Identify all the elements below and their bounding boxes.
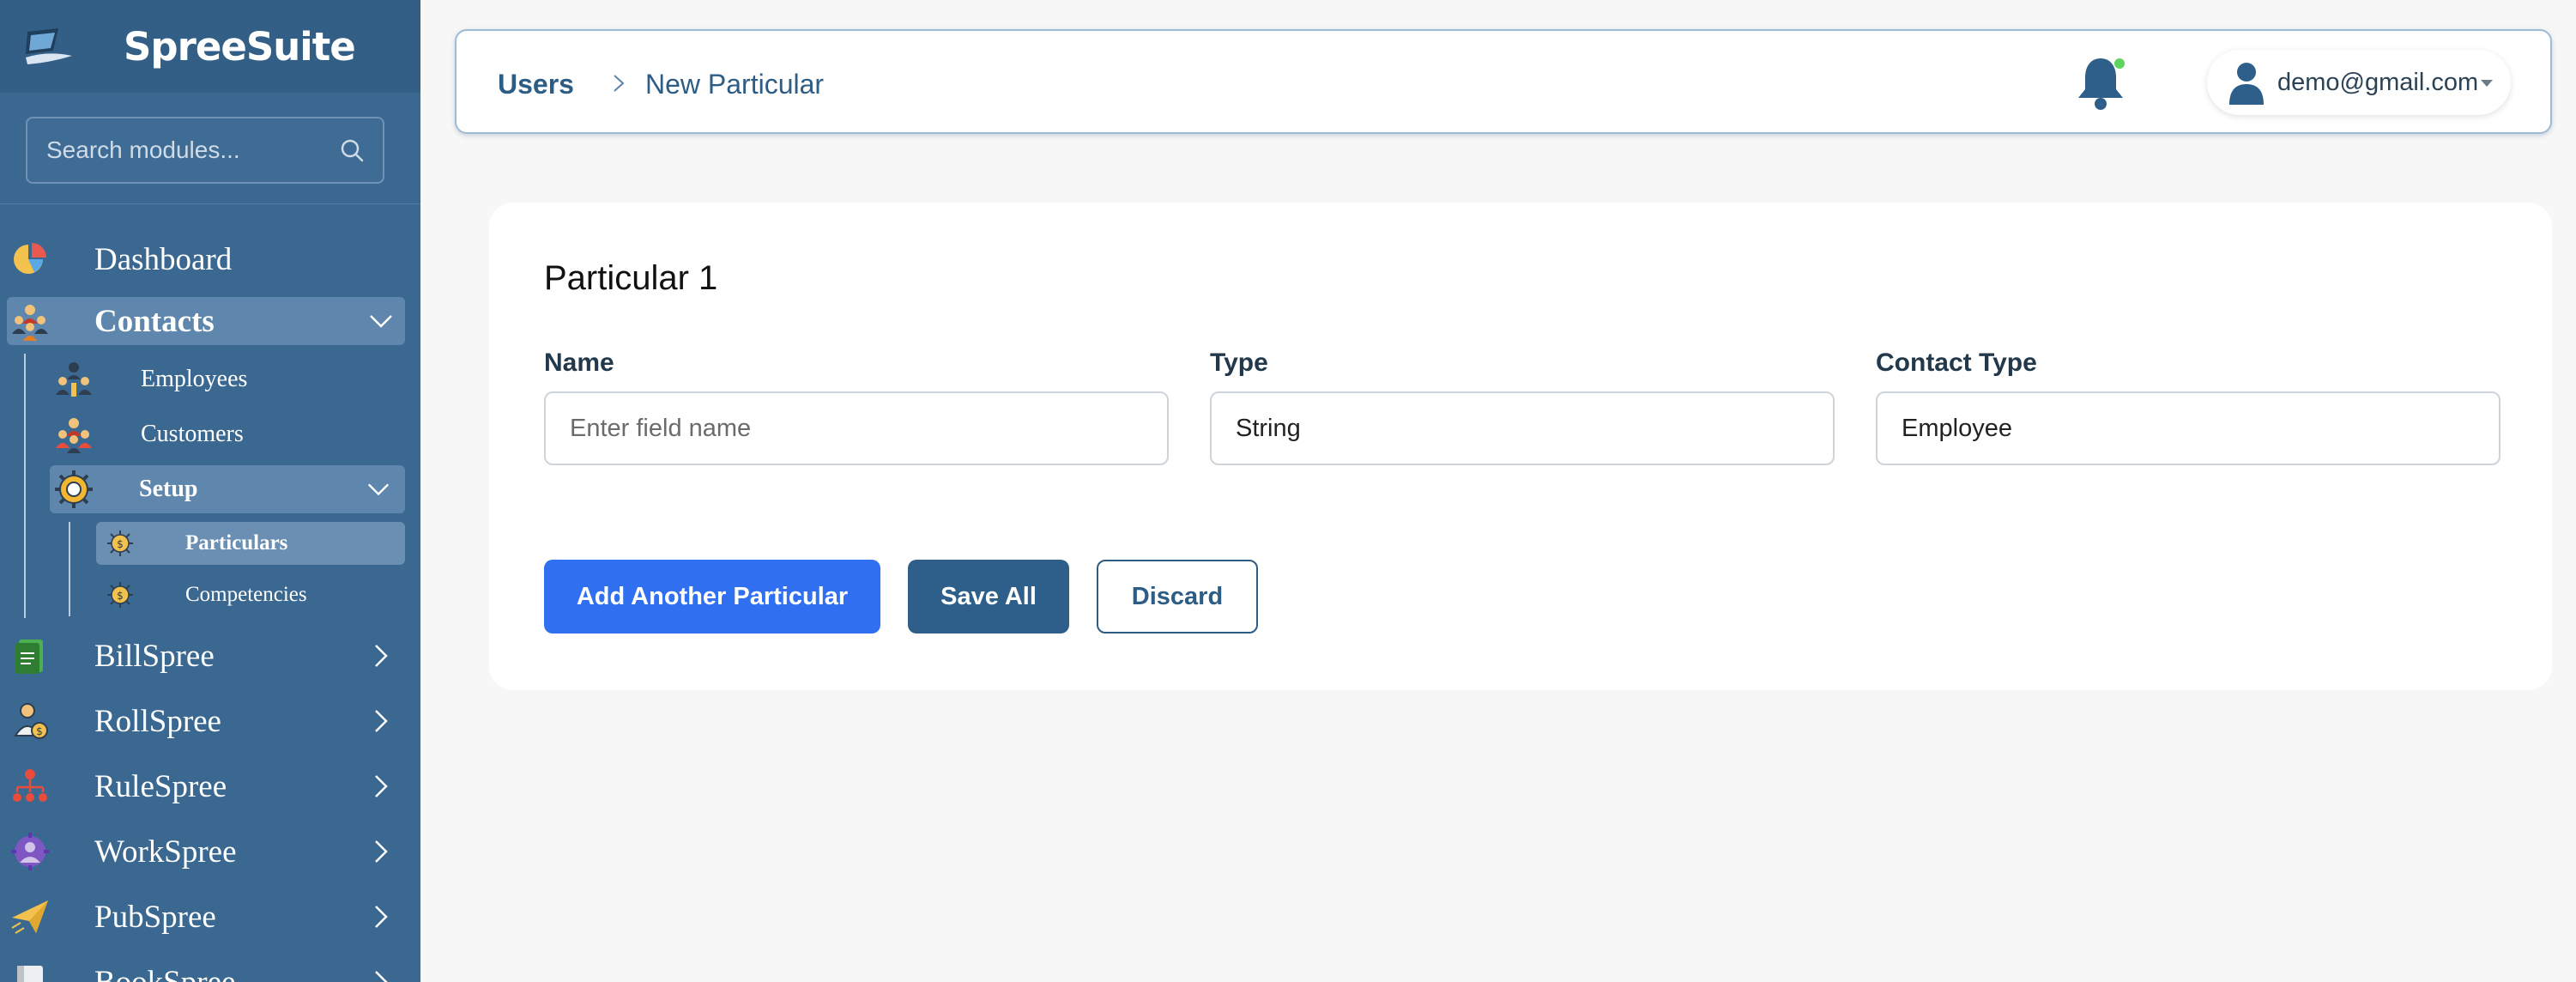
sidebar-item-label: Particulars bbox=[185, 531, 288, 555]
breadcrumb-current: New Particular bbox=[645, 69, 825, 100]
name-label: Name bbox=[544, 349, 614, 377]
contact-type-field[interactable] bbox=[1876, 391, 2500, 465]
notification-bell-icon[interactable] bbox=[2075, 55, 2126, 112]
name-field[interactable] bbox=[544, 391, 1169, 465]
caret-down-icon[interactable] bbox=[2480, 79, 2494, 88]
coin-gear-icon: $ bbox=[107, 582, 133, 608]
sidebar-item-employees[interactable]: Employees bbox=[55, 359, 398, 400]
chevron-down-icon[interactable] bbox=[366, 476, 391, 502]
gear-icon bbox=[55, 470, 93, 508]
user-email: demo@gmail.com bbox=[2277, 69, 2479, 96]
sidebar-item-customers[interactable]: Customers bbox=[55, 414, 398, 455]
sidebar-item-label: Employees bbox=[141, 366, 248, 392]
sidebar-item-label: RollSpree bbox=[94, 703, 221, 739]
search-area bbox=[0, 93, 420, 204]
sidebar-item-contacts[interactable]: Contacts bbox=[7, 297, 405, 345]
paper-plane-icon bbox=[11, 900, 48, 934]
chevron-right-icon[interactable] bbox=[367, 773, 395, 800]
search-input[interactable] bbox=[46, 136, 321, 164]
breadcrumb-root-link[interactable]: Users bbox=[498, 69, 574, 100]
add-another-particular-button[interactable]: Add Another Particular bbox=[544, 560, 880, 633]
chevron-right-icon[interactable] bbox=[367, 838, 395, 865]
svg-text:$: $ bbox=[117, 590, 124, 602]
chevron-right-icon[interactable] bbox=[367, 642, 395, 670]
sidebar-item-dashboard[interactable]: Dashboard bbox=[0, 235, 420, 283]
bill-document-icon bbox=[15, 640, 43, 674]
form-title: Particular 1 bbox=[544, 259, 718, 297]
employees-icon bbox=[56, 362, 92, 397]
search-icon[interactable] bbox=[340, 138, 364, 162]
chevron-right-icon[interactable] bbox=[367, 903, 395, 930]
payroll-person-icon: $ bbox=[14, 703, 48, 739]
discard-button[interactable]: Discard bbox=[1097, 560, 1258, 633]
chevron-right-icon[interactable] bbox=[367, 968, 395, 982]
sidebar-item-label: Dashboard bbox=[94, 241, 233, 277]
sidebar-item-label: RuleSpree bbox=[94, 768, 227, 804]
logo-icon bbox=[26, 28, 72, 64]
particular-form-card: Particular 1 Name Type Contact Type Add … bbox=[489, 203, 2552, 690]
pie-chart-icon bbox=[14, 243, 46, 274]
sidebar-item-label: PubSpree bbox=[94, 899, 216, 935]
sidebar-item-billspree[interactable]: BillSpree bbox=[0, 632, 420, 680]
people-group-icon bbox=[12, 305, 48, 341]
chevron-right-icon[interactable] bbox=[367, 707, 395, 735]
app-name: SpreeSuite bbox=[124, 23, 356, 70]
contact-type-label: Contact Type bbox=[1876, 349, 2037, 377]
sidebar: SpreeSuite Dashboard Contacts bbox=[0, 0, 420, 982]
tree-guide-line bbox=[24, 354, 26, 618]
sidebar-item-label: Customers bbox=[141, 421, 244, 447]
sidebar-item-label: Competencies bbox=[185, 583, 307, 606]
user-avatar-icon bbox=[2229, 63, 2264, 105]
user-menu[interactable]: demo@gmail.com bbox=[2207, 50, 2511, 115]
sidebar-item-label: BookSpree bbox=[94, 964, 236, 982]
breadcrumb-chevron-icon bbox=[614, 75, 625, 92]
work-gear-icon bbox=[11, 833, 49, 870]
sidebar-item-rollspree[interactable]: $ RollSpree bbox=[0, 697, 420, 745]
book-icon bbox=[17, 966, 43, 982]
svg-text:$: $ bbox=[36, 725, 43, 737]
customers-icon bbox=[56, 418, 92, 453]
sidebar-item-competencies[interactable]: $ Competencies bbox=[96, 573, 405, 616]
sidebar-item-label: Setup bbox=[139, 476, 198, 502]
sidebar-item-workspree[interactable]: WorkSpree bbox=[0, 827, 420, 876]
type-field[interactable] bbox=[1210, 391, 1835, 465]
search-box[interactable] bbox=[26, 117, 384, 184]
save-all-button[interactable]: Save All bbox=[908, 560, 1069, 633]
coin-gear-icon: $ bbox=[107, 530, 133, 556]
sidebar-item-rulespree[interactable]: RuleSpree bbox=[0, 762, 420, 810]
chevron-down-icon[interactable] bbox=[367, 307, 395, 335]
top-header: Users New Particular demo@gmail.com bbox=[455, 29, 2552, 134]
sidebar-item-setup[interactable]: Setup bbox=[50, 465, 405, 513]
sidebar-item-label: BillSpree bbox=[94, 638, 215, 674]
svg-text:$: $ bbox=[117, 538, 124, 550]
logo-bar: SpreeSuite bbox=[0, 0, 420, 93]
sidebar-item-label: WorkSpree bbox=[94, 833, 237, 870]
hierarchy-icon bbox=[13, 769, 47, 802]
sidebar-item-bookspree[interactable]: BookSpree bbox=[0, 958, 420, 982]
sidebar-item-label: Contacts bbox=[94, 303, 215, 339]
sidebar-item-particulars[interactable]: $ Particulars bbox=[96, 522, 405, 565]
tree-guide-line bbox=[69, 522, 70, 616]
type-label: Type bbox=[1210, 349, 1268, 377]
sidebar-item-pubspree[interactable]: PubSpree bbox=[0, 893, 420, 941]
